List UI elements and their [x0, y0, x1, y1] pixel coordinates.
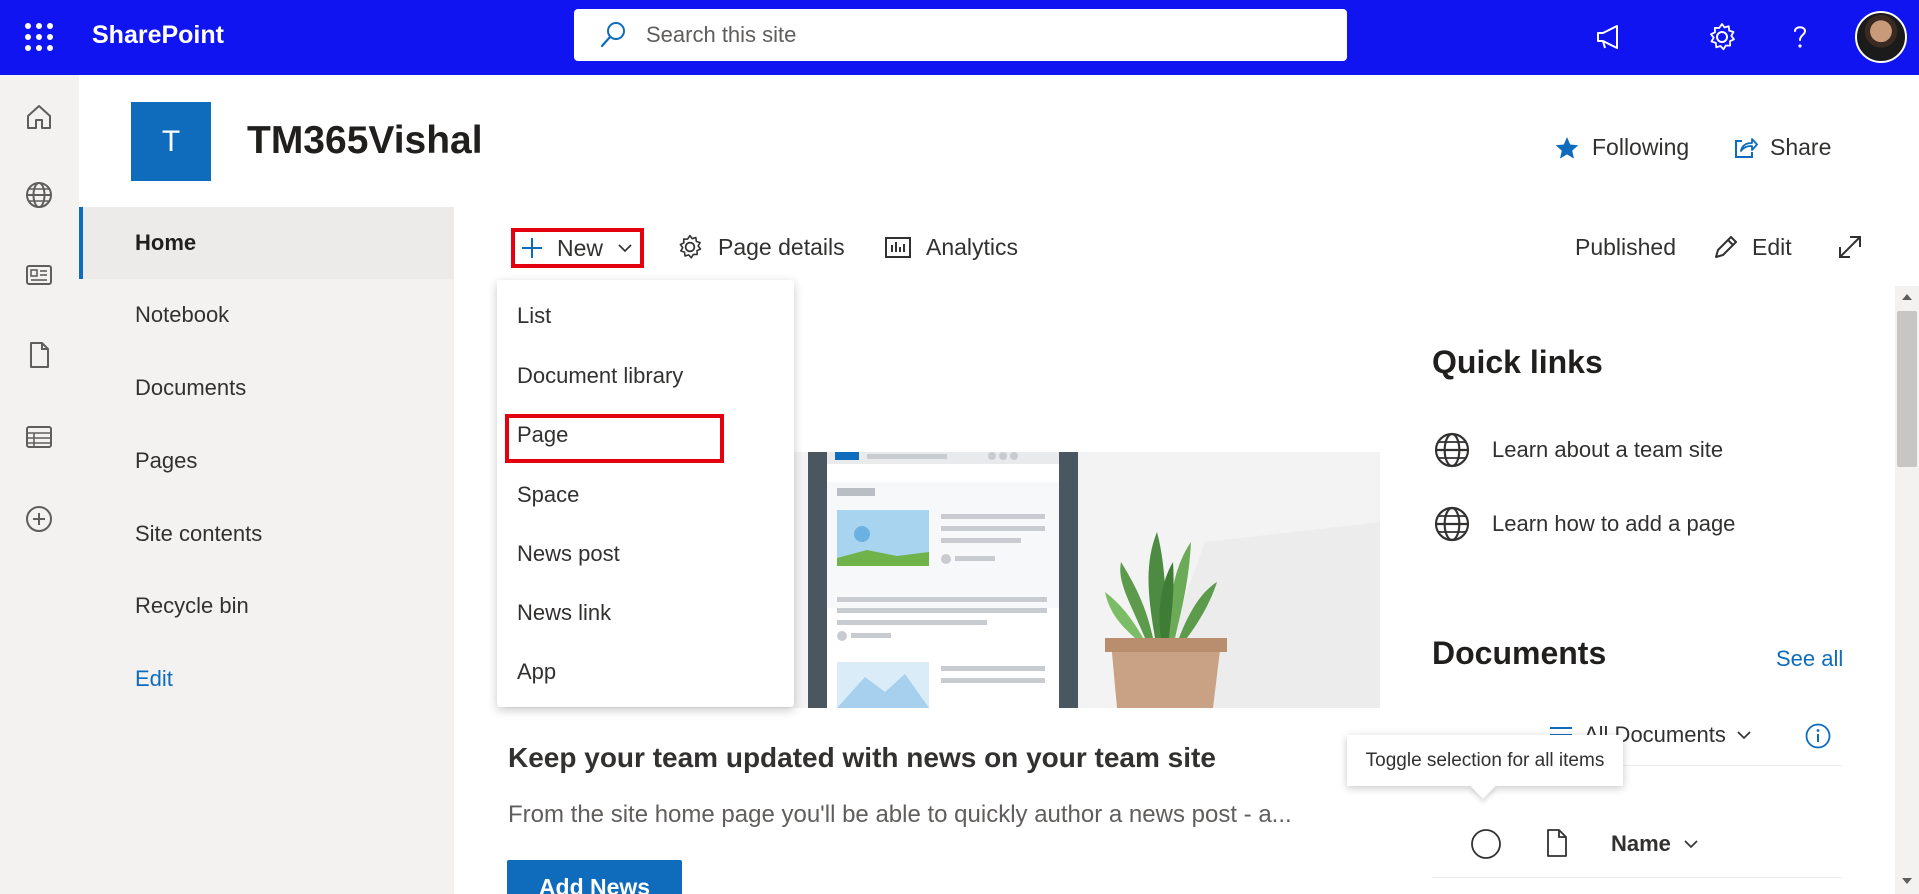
settings-gear-icon[interactable]: [1702, 17, 1742, 57]
site-logo[interactable]: T: [131, 102, 211, 181]
add-news-button[interactable]: Add News: [507, 860, 682, 894]
name-column-header[interactable]: Name: [1611, 831, 1699, 857]
nav-item-site-contents[interactable]: Site contents: [79, 498, 454, 570]
scroll-down-arrow-icon[interactable]: [1901, 876, 1913, 886]
page-details-label: Page details: [718, 233, 845, 260]
quick-links-title: Quick links: [1432, 344, 1603, 380]
plus-icon: [522, 238, 542, 258]
share-icon: [1735, 137, 1758, 158]
documents-column-header: Name: [1432, 815, 1842, 878]
edit-page-button[interactable]: Edit: [1712, 226, 1792, 268]
menu-item-page[interactable]: Page: [497, 408, 794, 462]
news-title: Keep your team updated with news on your…: [508, 742, 1216, 773]
menu-item-news-link[interactable]: News link: [497, 586, 794, 640]
pencil-icon: [1715, 236, 1737, 258]
new-dropdown-menu: List Document library Page Space News po…: [497, 280, 794, 707]
edit-page-label: Edit: [1752, 233, 1792, 260]
globe-icon[interactable]: [19, 175, 59, 215]
chevron-down-icon: [1684, 840, 1698, 849]
new-button[interactable]: New: [511, 228, 644, 268]
quick-link-label: Learn how to add a page: [1492, 511, 1736, 536]
analytics-label: Analytics: [926, 233, 1019, 260]
search-box[interactable]: [574, 9, 1347, 61]
menu-item-space[interactable]: Space: [497, 468, 794, 522]
site-title[interactable]: TM365Vishal: [247, 119, 483, 163]
scrollbar-thumb[interactable]: [1897, 311, 1917, 467]
nav-item-home[interactable]: Home: [79, 207, 454, 279]
menu-item-document-library[interactable]: Document library: [497, 349, 794, 403]
nav-item-documents[interactable]: Documents: [79, 352, 454, 424]
news-description: From the site home page you'll be able t…: [508, 801, 1292, 828]
following-label: Following: [1592, 134, 1690, 160]
chevron-down-icon: [1737, 731, 1751, 740]
nav-item-notebook[interactable]: Notebook: [79, 279, 454, 351]
page-details-button[interactable]: Page details: [676, 226, 845, 268]
info-icon[interactable]: [1804, 722, 1832, 755]
nav-item-recycle-bin[interactable]: Recycle bin: [79, 570, 454, 642]
news-icon[interactable]: [19, 255, 59, 295]
app-bar: [0, 75, 79, 894]
name-column-label: Name: [1611, 831, 1671, 856]
analytics-icon: [885, 237, 911, 258]
expand-icon[interactable]: [1836, 226, 1864, 268]
suite-bar: SharePoint: [0, 0, 1919, 75]
menu-item-app[interactable]: App: [497, 645, 794, 699]
star-icon: [1555, 136, 1579, 159]
brand-name[interactable]: SharePoint: [92, 21, 224, 50]
following-button[interactable]: Following: [1554, 134, 1689, 161]
publish-status: Published: [1575, 233, 1677, 260]
lists-icon[interactable]: [19, 417, 59, 457]
nav-item-pages[interactable]: Pages: [79, 425, 454, 497]
analytics-button[interactable]: Analytics: [884, 226, 1018, 268]
see-all-link[interactable]: See all: [1776, 646, 1843, 672]
app-launcher-icon[interactable]: [20, 18, 58, 56]
share-button[interactable]: Share: [1732, 134, 1831, 161]
search-input[interactable]: [646, 22, 1246, 48]
search-icon: [600, 22, 625, 48]
globe-icon: [1434, 506, 1470, 542]
home-icon[interactable]: [19, 97, 59, 137]
chevron-down-icon: [618, 244, 632, 253]
quick-link-team-site[interactable]: Learn about a team site: [1432, 430, 1723, 470]
file-type-icon: [1544, 828, 1570, 863]
select-all-checkbox[interactable]: [1469, 827, 1503, 866]
quick-link-add-page[interactable]: Learn how to add a page: [1432, 504, 1735, 544]
user-avatar[interactable]: [1855, 11, 1907, 63]
nav-edit-link[interactable]: Edit: [79, 643, 454, 715]
gear-icon: [679, 234, 702, 259]
help-icon[interactable]: [1780, 17, 1820, 57]
menu-item-news-post[interactable]: News post: [497, 527, 794, 581]
share-label: Share: [1770, 134, 1832, 160]
megaphone-icon[interactable]: [1589, 17, 1629, 57]
globe-icon: [1434, 432, 1470, 468]
file-icon[interactable]: [19, 335, 59, 375]
quick-link-label: Learn about a team site: [1492, 437, 1724, 462]
new-label: New: [557, 234, 604, 261]
selection-tooltip: Toggle selection for all items: [1347, 735, 1623, 786]
documents-title: Documents: [1432, 635, 1607, 671]
scroll-up-arrow-icon[interactable]: [1901, 292, 1913, 302]
create-plus-icon[interactable]: [19, 499, 59, 539]
menu-item-list[interactable]: List: [497, 289, 794, 343]
site-navigation: Home Notebook Documents Pages Site conte…: [79, 207, 454, 894]
